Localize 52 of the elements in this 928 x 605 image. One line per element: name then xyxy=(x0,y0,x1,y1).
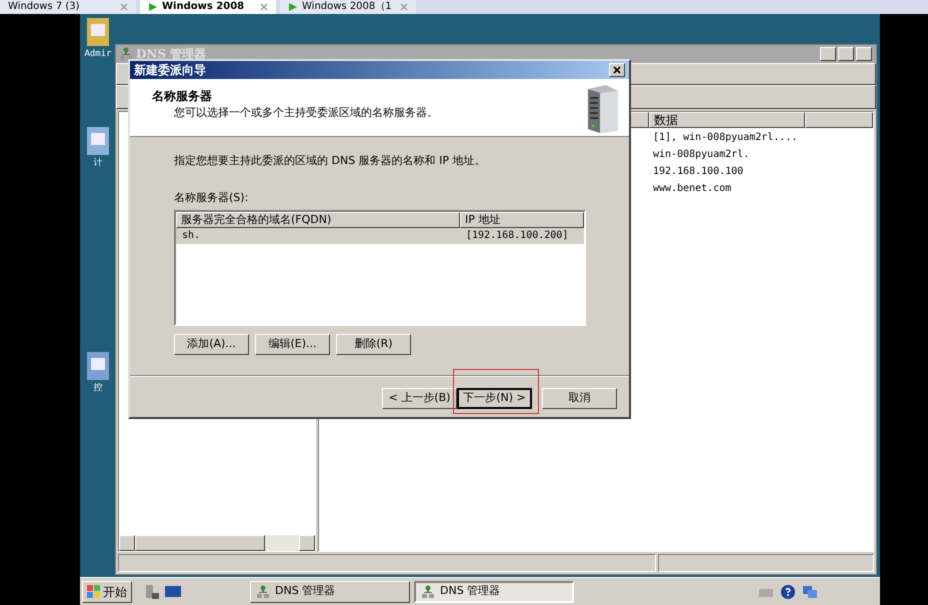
column-header[interactable]: IP 地址 xyxy=(460,212,584,228)
browser-tab[interactable]: Windows 7 (3) xyxy=(0,0,136,14)
play-icon xyxy=(288,2,298,12)
scroll-left-button[interactable] xyxy=(119,535,135,551)
desktop-icon-label: Admir xyxy=(84,48,112,61)
network-icon[interactable] xyxy=(802,584,818,600)
column-header[interactable]: 数据 xyxy=(649,112,805,128)
wizard-button[interactable]: < 上一步(B) xyxy=(382,388,457,409)
list-action-button[interactable]: 添加(A)... xyxy=(174,334,249,355)
list-row[interactable]: sh. [192.168.100.200] xyxy=(176,228,584,244)
list-label: 名称服务器(S): xyxy=(174,190,250,206)
taskbar-button[interactable]: DNS 管理器 xyxy=(250,580,410,602)
table-cell-text: [1], win-008pyuam2rl.... xyxy=(653,131,798,145)
network-icon xyxy=(120,47,132,61)
monitor-icon[interactable] xyxy=(164,584,182,598)
table-cell-text: sh. xyxy=(181,229,202,243)
close-icon xyxy=(613,66,621,74)
browser-tab[interactable]: Windows 2008（1 xyxy=(280,0,416,14)
dns-icon xyxy=(422,584,434,598)
scroll-right-button[interactable] xyxy=(299,535,315,551)
table-cell-text: 192.168.100.100 xyxy=(653,165,744,179)
horizontal-scrollbar[interactable] xyxy=(119,535,315,551)
list-action-button[interactable]: 编辑(E)... xyxy=(255,334,330,355)
close-icon[interactable] xyxy=(260,3,268,11)
start-button[interactable]: 开始 xyxy=(82,580,132,602)
page-heading: 名称服务器 xyxy=(152,88,213,105)
help-icon[interactable] xyxy=(780,584,796,600)
minimize-button[interactable] xyxy=(820,47,836,61)
browser-tab[interactable]: Windows 2008 xyxy=(140,0,276,14)
wizard-button[interactable]: 取消 xyxy=(542,388,617,409)
close-button[interactable] xyxy=(609,63,625,77)
column-header[interactable]: 服务器完全合格的域名(FQDN) xyxy=(176,212,460,228)
maximize-button[interactable] xyxy=(838,47,854,61)
wizard-button[interactable]: 下一步(N) > xyxy=(457,388,532,409)
window-title: DNS 管理器 xyxy=(136,46,206,63)
instruction-text: 指定您想要主持此委派的区域的 DNS 服务器的名称和 IP 地址。 xyxy=(174,153,487,169)
column-header[interactable] xyxy=(805,112,873,128)
server-manager-icon[interactable] xyxy=(144,584,160,600)
taskbar-button[interactable]: DNS 管理器 xyxy=(414,580,574,602)
list-action-button[interactable]: 删除(R) xyxy=(336,334,411,355)
page-subtitle: 您可以选择一个或多个主持受委派区域的名称服务器。 xyxy=(173,105,439,121)
desktop-icon-label: 控 xyxy=(94,382,102,395)
table-cell-text: win-008pyuam2rl. xyxy=(653,148,750,162)
play-icon xyxy=(148,2,158,12)
table-cell-text: [192.168.100.200] xyxy=(465,229,568,243)
table-cell-text: www.benet.com xyxy=(653,182,732,196)
dialog-title: 新建委派向导 xyxy=(134,62,206,79)
scrollbar-thumb[interactable] xyxy=(135,535,265,551)
close-button[interactable] xyxy=(856,47,872,61)
desktop-icon-label: 计 xyxy=(94,157,102,170)
windows-logo-icon xyxy=(87,584,101,598)
dns-icon xyxy=(257,584,269,598)
